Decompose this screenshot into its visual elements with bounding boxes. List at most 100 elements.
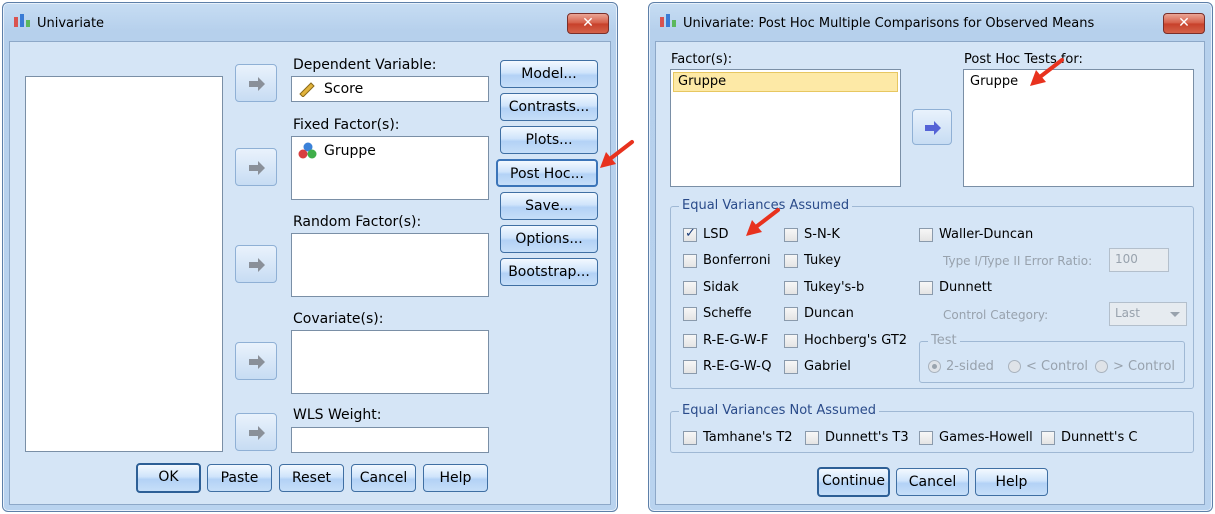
less-than-control-radio[interactable] — [1008, 360, 1021, 373]
error-ratio-value: 100 — [1115, 252, 1138, 266]
post-hoc-button[interactable]: Post Hoc... — [496, 159, 598, 187]
regwq-label: R-E-G-W-Q — [703, 359, 772, 374]
tamhane-checkbox[interactable] — [683, 431, 697, 445]
tests-for-item[interactable]: Gruppe — [970, 74, 1018, 89]
close-button[interactable]: ✕ — [567, 13, 609, 34]
error-ratio-input[interactable]: 100 — [1109, 248, 1169, 272]
right-arrow-icon — [249, 258, 265, 272]
posthoc-dialog: Univariate: Post Hoc Multiple Comparison… — [648, 2, 1213, 512]
right-arrow-icon — [249, 355, 265, 369]
test-group-title: Test — [928, 333, 960, 348]
paste-button[interactable]: Paste — [207, 464, 272, 492]
bonferroni-label: Bonferroni — [703, 253, 771, 268]
bootstrap-button[interactable]: Bootstrap... — [500, 258, 598, 286]
regwf-label: R-E-G-W-F — [703, 333, 769, 348]
equal-variances-not-assumed-group: Equal Variances Not Assumed Tamhane's T2… — [670, 403, 1194, 453]
factors-label: Factor(s): — [671, 52, 733, 67]
options-button[interactable]: Options... — [500, 225, 598, 253]
dunnett-c-checkbox[interactable] — [1041, 431, 1055, 445]
source-variable-list[interactable] — [25, 76, 223, 452]
window-title: Univariate: Post Hoc Multiple Comparison… — [683, 16, 1095, 31]
covariates-list[interactable] — [291, 330, 489, 394]
sidak-checkbox[interactable] — [683, 281, 697, 295]
right-arrow-icon — [249, 77, 265, 91]
window-title: Univariate — [37, 16, 105, 31]
snk-label: S-N-K — [804, 227, 840, 242]
dependent-variable-label: Dependent Variable: — [293, 57, 437, 73]
fixed-factors-label: Fixed Factor(s): — [293, 117, 400, 133]
equal-variances-not-assumed-title: Equal Variances Not Assumed — [679, 403, 879, 418]
contrasts-button[interactable]: Contrasts... — [500, 93, 598, 121]
dependent-variable-field[interactable]: Score — [291, 76, 489, 102]
hochberg-label: Hochberg's GT2 — [804, 333, 908, 348]
dunnett-t3-checkbox[interactable] — [805, 431, 819, 445]
waller-duncan-checkbox[interactable] — [919, 228, 933, 242]
fixed-factor-value[interactable]: Gruppe — [324, 143, 376, 159]
random-factors-list[interactable] — [291, 233, 489, 297]
fixed-factors-list[interactable]: Gruppe — [291, 136, 489, 200]
error-ratio-label: Type I/Type II Error Ratio: — [943, 254, 1093, 268]
snk-checkbox[interactable] — [784, 228, 798, 242]
greater-than-control-radio[interactable] — [1095, 360, 1108, 373]
control-category-select[interactable]: Last — [1109, 302, 1187, 326]
model-button[interactable]: Model... — [500, 60, 598, 88]
reset-button[interactable]: Reset — [279, 464, 344, 492]
wls-weight-field[interactable] — [291, 427, 489, 453]
right-arrow-icon — [249, 161, 265, 175]
scheffe-checkbox[interactable] — [683, 307, 697, 321]
close-button[interactable]: ✕ — [1163, 13, 1205, 34]
tukeyb-label: Tukey's-b — [804, 280, 865, 295]
right-arrow-icon — [925, 121, 941, 135]
factor-item-label: Gruppe — [678, 74, 727, 89]
close-icon: ✕ — [1178, 15, 1190, 31]
continue-button[interactable]: Continue — [817, 467, 890, 497]
tukey-label: Tukey — [804, 253, 841, 268]
gabriel-label: Gabriel — [804, 359, 851, 374]
regwq-checkbox[interactable] — [683, 360, 697, 374]
factor-item-selected[interactable]: Gruppe — [673, 72, 898, 92]
tukeyb-checkbox[interactable] — [784, 281, 798, 295]
covariates-label: Covariate(s): — [293, 311, 384, 327]
ok-button[interactable]: OK — [136, 463, 201, 493]
help-button[interactable]: Help — [423, 464, 488, 492]
ruler-icon — [298, 81, 316, 101]
nominal-variable-icon — [298, 142, 318, 164]
scheffe-label: Scheffe — [703, 306, 752, 321]
move-to-random-button[interactable] — [235, 245, 277, 283]
bonferroni-checkbox[interactable] — [683, 254, 697, 268]
hochberg-checkbox[interactable] — [784, 334, 798, 348]
factors-list[interactable]: Gruppe — [670, 69, 901, 187]
dunnett-label: Dunnett — [939, 280, 992, 295]
sidak-label: Sidak — [703, 280, 739, 295]
games-howell-checkbox[interactable] — [919, 431, 933, 445]
tukey-checkbox[interactable] — [784, 254, 798, 268]
annotation-arrow-posthoc — [600, 140, 634, 168]
move-to-wls-button[interactable] — [235, 413, 277, 451]
help-button[interactable]: Help — [975, 468, 1048, 496]
dunnett-c-label: Dunnett's C — [1061, 430, 1138, 445]
univariate-dialog: Univariate ✕ Dependent Variable: Score F… — [2, 2, 618, 512]
plots-button[interactable]: Plots... — [500, 126, 598, 154]
duncan-checkbox[interactable] — [784, 307, 798, 321]
move-to-tests-button[interactable] — [912, 109, 952, 145]
two-sided-radio[interactable] — [928, 360, 941, 373]
gabriel-checkbox[interactable] — [784, 360, 798, 374]
move-to-covariate-button[interactable] — [235, 342, 277, 380]
lsd-checkbox[interactable]: ✓ — [683, 226, 697, 242]
move-to-fixed-button[interactable] — [235, 148, 277, 186]
lsd-label: LSD — [703, 227, 729, 242]
regwf-checkbox[interactable] — [683, 334, 697, 348]
greater-than-control-label: > Control — [1113, 359, 1176, 374]
cancel-button[interactable]: Cancel — [896, 468, 969, 496]
post-hoc-tests-list[interactable]: Gruppe — [963, 69, 1194, 187]
save-button[interactable]: Save... — [500, 192, 598, 220]
cancel-button[interactable]: Cancel — [351, 464, 416, 492]
control-category-label: Control Category: — [943, 308, 1049, 322]
spss-app-icon — [13, 12, 31, 28]
checkmark-icon: ✓ — [685, 226, 696, 241]
annotation-arrow-tests-for — [1030, 58, 1064, 86]
move-to-dependent-button[interactable] — [235, 64, 277, 102]
dunnett-checkbox[interactable] — [919, 281, 933, 295]
chevron-down-icon — [1170, 312, 1180, 317]
univariate-client: Dependent Variable: Score Fixed Factor(s… — [9, 41, 611, 505]
